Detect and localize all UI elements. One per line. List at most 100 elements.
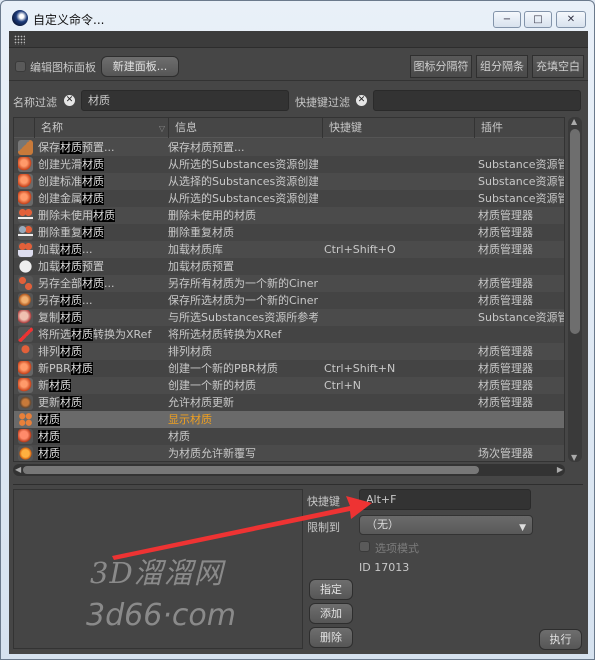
restrict-to-select[interactable]: （无） ▼ <box>359 515 533 535</box>
scroll-left-arrow-icon[interactable]: ◀ <box>15 465 21 474</box>
row-icon-cell <box>18 360 34 377</box>
column-header-icon <box>14 118 34 138</box>
row-shortcut <box>324 326 474 343</box>
name-prefix: 新PBR <box>38 362 71 375</box>
row-shortcut <box>324 258 474 275</box>
row-name: 新PBR材质 <box>38 360 166 377</box>
name-suffix: ... <box>104 277 115 290</box>
row-info: 保存所选材质为一个新的Cinen <box>168 294 318 307</box>
row-icon-cell <box>18 343 34 360</box>
commands-table: 名称 ▽ 信息 快捷键 插件 保存材质预置... 保存材质预置... 创建光滑材质 从所… <box>13 117 565 462</box>
assign-button[interactable]: 指定 <box>309 579 353 600</box>
name-match-highlight: 材质 <box>60 396 82 409</box>
vertical-scrollbar[interactable]: ▲ ▼ <box>568 117 582 462</box>
table-row[interactable]: 将所选材质转换为XRef 将所选材质转换为XRef <box>14 326 564 343</box>
table-row[interactable]: 创建光滑材质从所选的Substances资源创建光Substance资源管理 <box>14 156 564 173</box>
row-icon-cell <box>18 275 34 292</box>
table-row[interactable]: 材质 显示材质 <box>14 411 564 428</box>
row-plugin <box>478 139 564 156</box>
table-row[interactable]: 删除重复材质 删除重复材质 材质管理器 <box>14 224 564 241</box>
name-match-highlight: 材质 <box>82 226 104 239</box>
table-row[interactable]: 材质 材质 <box>14 428 564 445</box>
delete-button[interactable]: 删除 <box>309 627 353 648</box>
table-row[interactable]: 材质 为材质允许新覆写 场次管理器 <box>14 445 564 461</box>
name-match-highlight: 材质 <box>49 379 71 392</box>
create-material-icon <box>18 174 33 189</box>
scroll-down-arrow-icon[interactable]: ▼ <box>571 453 577 462</box>
material-preview-icon <box>18 429 33 444</box>
row-plugin: Substance资源管理 <box>478 311 564 324</box>
name-prefix: 复制 <box>38 311 60 324</box>
column-header-info[interactable]: 信息 <box>168 118 322 138</box>
table-row[interactable]: 另存全部材质... 另存所有材质为一个新的Cinen 材质管理器 <box>14 275 564 292</box>
table-row[interactable]: 加载材质预置 加载材质预置 <box>14 258 564 275</box>
scroll-up-arrow-icon[interactable]: ▲ <box>571 117 577 126</box>
row-shortcut <box>324 173 474 190</box>
horizontal-scrollbar[interactable]: ◀ ▶ <box>13 464 565 476</box>
column-name-label: 名称 <box>41 121 63 134</box>
row-icon-cell <box>18 309 34 326</box>
table-row[interactable]: 加载材质... 加载材质库 Ctrl+Shift+O 材质管理器 <box>14 241 564 258</box>
row-name: 新材质 <box>38 377 166 394</box>
name-prefix: 创建光滑 <box>38 158 82 171</box>
option-mode-checkbox[interactable] <box>359 541 370 552</box>
clear-shortcut-filter-icon[interactable]: ✕ <box>356 95 367 106</box>
group-separator-button[interactable]: 组分隔条 <box>476 55 528 78</box>
icon-separator-button[interactable]: 图标分隔符 <box>410 55 472 78</box>
name-prefix: 新 <box>38 379 49 392</box>
row-info: 排列材质 <box>168 345 212 358</box>
clear-name-filter-icon[interactable]: ✕ <box>64 95 75 106</box>
save-all-icon <box>18 276 33 291</box>
column-header-shortcut[interactable]: 快捷键 <box>322 118 474 138</box>
row-icon-cell <box>18 173 34 190</box>
name-suffix: 预置 <box>82 260 104 273</box>
name-suffix: 转换为XRef <box>93 328 152 341</box>
shortcut-filter-input[interactable] <box>373 90 581 111</box>
table-row[interactable]: 更新材质 允许材质更新 材质管理器 <box>14 394 564 411</box>
table-row[interactable]: 排列材质 排列材质 材质管理器 <box>14 343 564 360</box>
shortcut-filter-label: 快捷键过滤 <box>295 96 350 109</box>
name-match-highlight: 材质 <box>38 413 60 426</box>
table-row[interactable]: 复制材质与所选Substances资源所参考的Substance资源管理 <box>14 309 564 326</box>
shortcut-label: 快捷键 <box>307 495 340 508</box>
row-info: 加载材质预置 <box>168 260 234 273</box>
name-filter-input[interactable]: 材质 <box>81 90 289 111</box>
column-header-plugin[interactable]: 插件 <box>474 118 564 138</box>
row-name: 排列材质 <box>38 343 166 360</box>
row-plugin: 材质管理器 <box>478 294 533 307</box>
table-row[interactable]: 删除未使用材质 删除未使用的材质 材质管理器 <box>14 207 564 224</box>
vertical-scroll-thumb[interactable] <box>570 129 580 334</box>
table-row[interactable]: 创建金属材质从所选的Substances资源创建金Substance资源管理 <box>14 190 564 207</box>
filter-bar: 名称过滤 ✕ 材质 快捷键过滤 ✕ <box>9 87 588 113</box>
table-row[interactable]: 新材质 创建一个新的材质 Ctrl+N 材质管理器 <box>14 377 564 394</box>
title-bar[interactable]: 自定义命令... − □ ✕ <box>1 1 594 31</box>
row-shortcut <box>324 275 474 292</box>
column-header-name[interactable]: 名称 ▽ <box>34 118 168 138</box>
edit-palette-checkbox[interactable] <box>15 61 26 72</box>
maximize-button[interactable]: □ <box>524 11 552 28</box>
row-name: 另存全部材质... <box>38 275 166 292</box>
execute-button[interactable]: 执行 <box>539 629 582 650</box>
minimize-button[interactable]: − <box>493 11 521 28</box>
name-match-highlight: 材质 <box>71 328 93 341</box>
row-shortcut <box>324 445 474 461</box>
drag-grip-icon[interactable] <box>14 35 25 45</box>
table-row[interactable]: 新PBR材质 创建一个新的PBR材质 Ctrl+Shift+N 材质管理器 <box>14 360 564 377</box>
new-palette-button[interactable]: 新建面板... <box>101 56 179 77</box>
horizontal-scroll-thumb[interactable] <box>23 466 479 474</box>
table-row[interactable]: 保存材质预置... 保存材质预置... <box>14 139 564 156</box>
name-prefix: 创建金属 <box>38 192 82 205</box>
close-button[interactable]: ✕ <box>556 11 586 28</box>
scroll-right-arrow-icon[interactable]: ▶ <box>557 465 563 474</box>
name-match-highlight: 材质 <box>93 209 115 222</box>
fill-space-button[interactable]: 充填空白 <box>532 55 584 78</box>
shortcut-input[interactable]: Alt+F <box>359 489 531 510</box>
row-shortcut <box>324 224 474 241</box>
watermark-url: 3d66·com <box>86 598 236 633</box>
row-icon-cell <box>18 224 34 241</box>
add-button[interactable]: 添加 <box>309 603 353 624</box>
table-row[interactable]: 另存材质... 保存所选材质为一个新的Cinen 材质管理器 <box>14 292 564 309</box>
restrict-to-label: 限制到 <box>307 521 340 534</box>
grip-bar <box>9 31 588 48</box>
table-row[interactable]: 创建标准材质从选择的Substances资源创建标Substance资源管理 <box>14 173 564 190</box>
